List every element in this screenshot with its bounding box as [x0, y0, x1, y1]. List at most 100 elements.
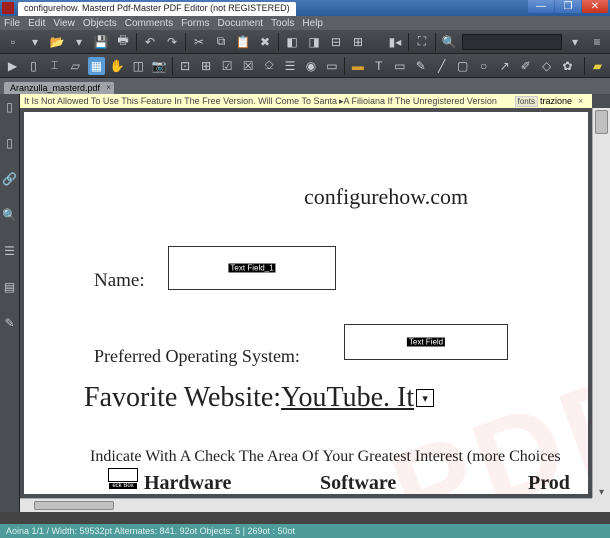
snapshot-icon[interactable]: 📷	[151, 57, 168, 75]
horizontal-scroll-thumb[interactable]	[34, 501, 114, 510]
toolbar-1: ▫ ▾ 📂 ▾ 💾 🖶 ↶ ↷ ✂ ⧉ 📋 ✖ ◧ ◨ ⊟ ⊞ ▮◂ ⛶ 🔍 ▾…	[0, 30, 610, 54]
search-input[interactable]	[462, 34, 562, 50]
new-menu-icon[interactable]: ▾	[26, 33, 44, 51]
chk-icon[interactable]: ☑	[219, 57, 236, 75]
arrow-icon[interactable]: ↗	[496, 57, 513, 75]
sidebar-search-icon[interactable]: 🔍	[3, 208, 17, 222]
draw-b-icon[interactable]: ✎	[412, 57, 429, 75]
work-area: ▯ ▯ 🔗 🔍 ☰ ▤ ✎ It Is Not Allowed To Use T…	[0, 94, 610, 512]
link-b-icon[interactable]: ⊞	[198, 57, 215, 75]
document-tab[interactable]: Aranzulla_masterd.pdf ×	[4, 82, 114, 94]
open-icon[interactable]: 📂	[48, 33, 66, 51]
banner-button-fonts[interactable]: fonts	[515, 96, 538, 107]
form-edit-icon[interactable]: ▦	[88, 57, 105, 75]
nav-first-icon[interactable]: ▮◂	[386, 33, 404, 51]
paste-icon[interactable]: 📋	[234, 33, 252, 51]
scroll-corner	[592, 498, 610, 512]
maximize-button[interactable]: ❐	[555, 0, 581, 13]
menu-document[interactable]: Document	[217, 18, 263, 29]
app-window: configurehow. Masterd Pdf-Master PDF Edi…	[0, 0, 610, 538]
label-name: Name:	[94, 270, 145, 292]
text-field-1[interactable]: Text Field_1	[168, 246, 336, 290]
tab-label: Aranzulla_masterd.pdf	[10, 83, 100, 93]
edit-form-icon[interactable]: ▱	[67, 57, 84, 75]
menu-tools[interactable]: Tools	[271, 18, 294, 29]
sidebar-bookmarks-icon[interactable]: ▯	[3, 136, 17, 150]
banner-button-register[interactable]: trazione	[540, 96, 572, 106]
new-icon[interactable]: ▫	[4, 33, 22, 51]
menu-file[interactable]: File	[4, 18, 20, 29]
minimize-button[interactable]: —	[528, 0, 554, 13]
check-box-field[interactable]: eck Box	[108, 468, 138, 482]
sidebar-attach-icon[interactable]: 🔗	[3, 172, 17, 186]
pen-icon[interactable]: ✐	[517, 57, 534, 75]
edit-text-icon[interactable]: ⌶	[46, 57, 63, 75]
erase-icon[interactable]: ◇	[538, 57, 555, 75]
banner-text-left: It Is Not Allowed To Use This Feature In…	[24, 96, 337, 106]
link-a-icon[interactable]: ⊡	[177, 57, 194, 75]
select-icon[interactable]: ◫	[130, 57, 147, 75]
cursor-icon[interactable]: ▶	[4, 57, 21, 75]
menu-objects[interactable]: Objects	[83, 18, 117, 29]
menu-help[interactable]: Help	[302, 18, 323, 29]
edit-doc-icon[interactable]: ▯	[25, 57, 42, 75]
title-bar[interactable]: configurehow. Masterd Pdf-Master PDF Edi…	[0, 0, 610, 16]
vertical-scroll-thumb[interactable]	[595, 110, 608, 134]
tool-b-icon[interactable]: ◨	[305, 33, 323, 51]
horizontal-scrollbar[interactable]	[20, 498, 592, 512]
copy-icon[interactable]: ⧉	[212, 33, 230, 51]
stamp-icon[interactable]: ✿	[559, 57, 576, 75]
fav-link: YouTube. It	[281, 382, 414, 414]
close-button[interactable]: ✕	[582, 0, 608, 13]
hl-icon[interactable]: ▬	[349, 57, 366, 75]
cut-icon[interactable]: ✂	[190, 33, 208, 51]
delete-icon[interactable]: ✖	[256, 33, 274, 51]
warning-banner: It Is Not Allowed To Use This Feature In…	[20, 94, 592, 108]
rect-icon[interactable]: ▢	[454, 57, 471, 75]
search-menu-icon[interactable]: ▾	[566, 33, 584, 51]
text-field-2[interactable]: Text Field	[344, 324, 508, 360]
menu-bar: File Edit View Objects Comments Forms Do…	[0, 16, 610, 30]
toolbar-2: ▶ ▯ ⌶ ▱ ▦ ✋ ◫ 📷 ⊡ ⊞ ☑ ☒ ⎐ ☰ ◉ ▭ ▬ T ▭ ✎ …	[0, 54, 610, 78]
banner-close-icon[interactable]: ×	[578, 96, 588, 106]
highlighter-icon[interactable]: ▰	[589, 57, 606, 75]
field-tag-1: Text Field_1	[228, 264, 275, 273]
sidebar-comment-icon[interactable]: ▤	[3, 280, 17, 294]
btn-icon[interactable]: ▭	[323, 57, 340, 75]
chk2-icon[interactable]: ☒	[240, 57, 257, 75]
list-icon[interactable]: ☰	[282, 57, 299, 75]
open-menu-icon[interactable]: ▾	[70, 33, 88, 51]
menu-view[interactable]: View	[53, 18, 75, 29]
radio-icon[interactable]: ◉	[303, 57, 320, 75]
search-icon[interactable]: 🔍	[440, 33, 458, 51]
scroll-down-icon[interactable]: ▾	[593, 485, 610, 499]
menu-edit[interactable]: Edit	[28, 18, 45, 29]
tool-c-icon[interactable]: ⊟	[327, 33, 345, 51]
menu-forms[interactable]: Forms	[181, 18, 209, 29]
menu-icon[interactable]: ≡	[588, 33, 606, 51]
draw-a-icon[interactable]: ▭	[391, 57, 408, 75]
redo-icon[interactable]: ↷	[163, 33, 181, 51]
undo-icon[interactable]: ↶	[141, 33, 159, 51]
zoom-fit-icon[interactable]: ⛶	[413, 33, 431, 51]
sidebar-layers-icon[interactable]: ☰	[3, 244, 17, 258]
favorite-website-line: Favorite Website: YouTube. It ▾	[84, 382, 434, 414]
tool-d-icon[interactable]: ⊞	[349, 33, 367, 51]
circle-icon[interactable]: ○	[475, 57, 492, 75]
sidebar-pages-icon[interactable]: ▯	[3, 100, 17, 114]
sidebar-sign-icon[interactable]: ✎	[3, 316, 17, 330]
sidebar: ▯ ▯ 🔗 🔍 ☰ ▤ ✎	[0, 94, 20, 512]
tool-a-icon[interactable]: ◧	[283, 33, 301, 51]
save-icon[interactable]: 💾	[92, 33, 110, 51]
menu-comments[interactable]: Comments	[125, 18, 173, 29]
pdf-page[interactable]: PDF configurehow.com Name: Text Field_1 …	[24, 112, 588, 494]
hand-icon[interactable]: ✋	[109, 57, 126, 75]
vertical-scrollbar[interactable]: ▴ ▾	[592, 108, 610, 498]
fav-prefix: Favorite Website:	[84, 382, 281, 414]
text-icon[interactable]: T	[370, 57, 387, 75]
line-icon[interactable]: ╱	[433, 57, 450, 75]
dropdown-icon[interactable]: ▾	[416, 389, 434, 407]
tab-close-icon[interactable]: ×	[106, 83, 111, 92]
align-icon[interactable]: ⎐	[261, 57, 278, 75]
print-icon[interactable]: 🖶	[114, 33, 132, 51]
